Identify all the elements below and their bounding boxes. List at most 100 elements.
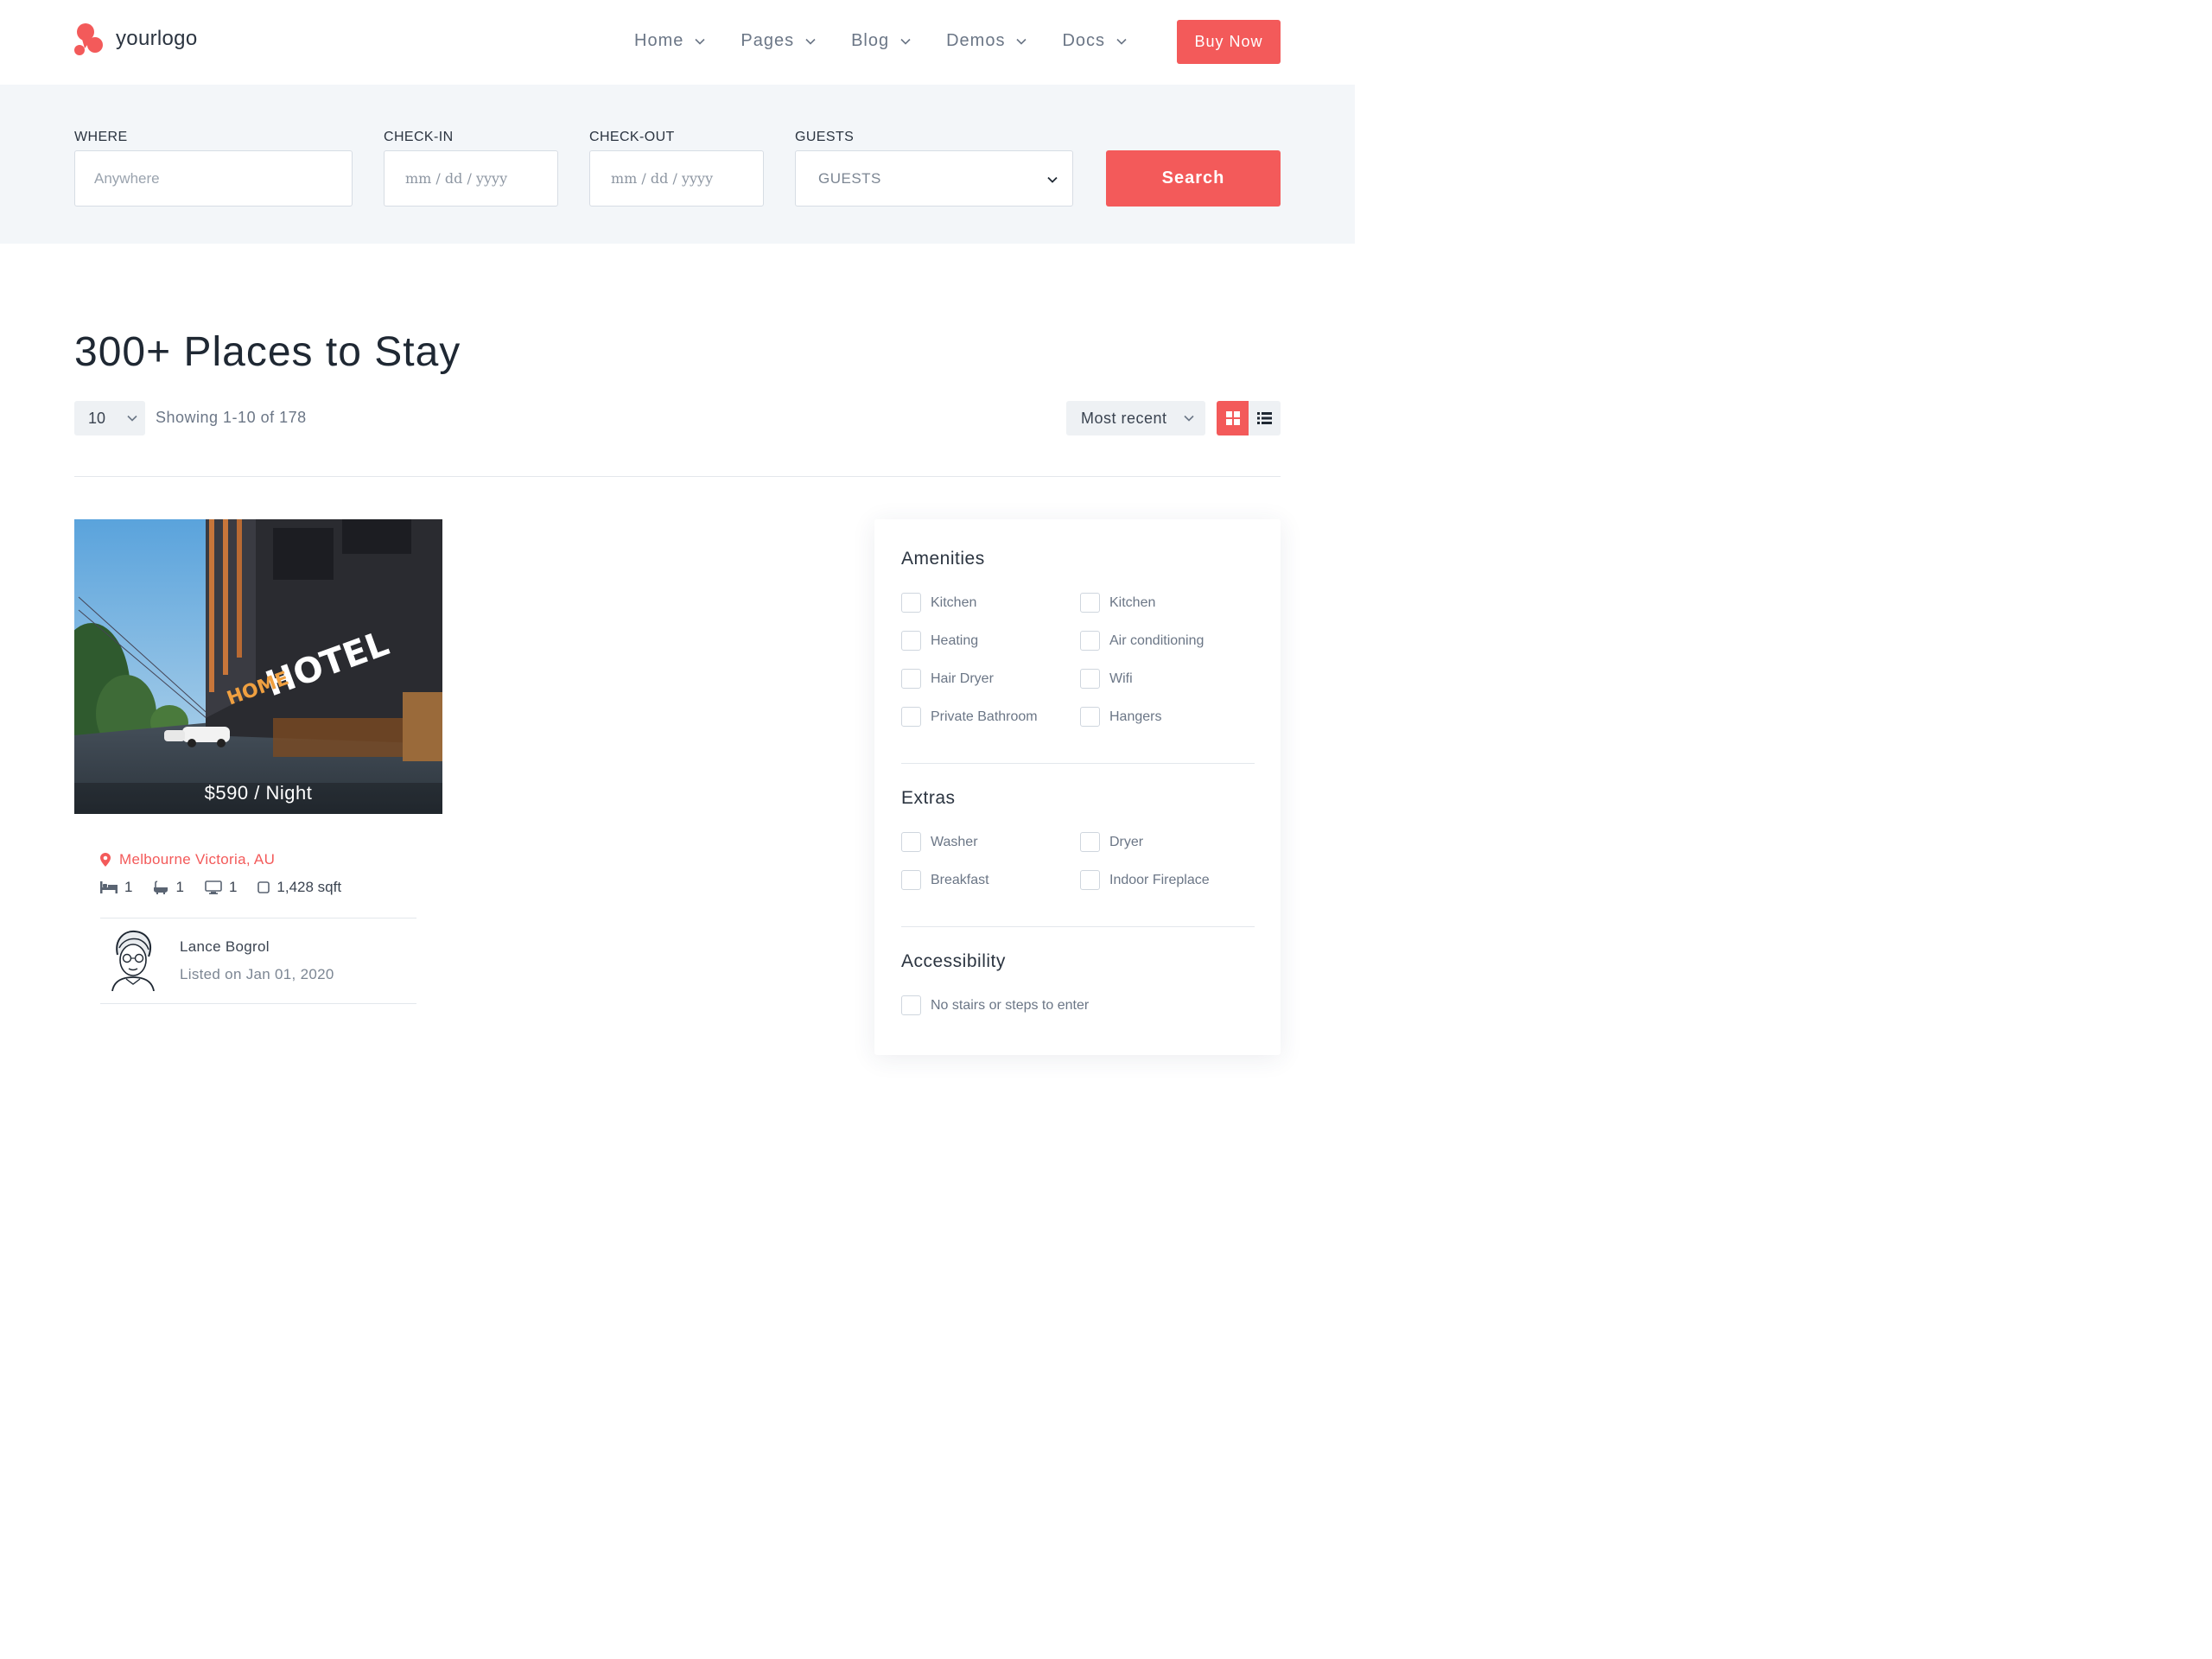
- beds-count: 1: [124, 879, 133, 895]
- area-spec: 1,428 sqft: [257, 879, 341, 896]
- chevron-down-icon: [1016, 38, 1027, 45]
- checkbox-label: Dryer: [1109, 834, 1144, 849]
- checkbox[interactable]: [901, 832, 921, 852]
- bathtub-icon: [154, 880, 168, 894]
- logo-icon: [74, 23, 103, 55]
- chevron-down-icon: [1116, 38, 1127, 45]
- buy-now-button[interactable]: Buy Now: [1177, 20, 1281, 64]
- panel-divider: [901, 763, 1255, 764]
- grid-view-button[interactable]: [1217, 401, 1249, 435]
- baths-spec: 1: [153, 879, 184, 896]
- checkin-date-input[interactable]: mm / dd / yyyy: [384, 150, 558, 207]
- checkbox[interactable]: [1080, 832, 1100, 852]
- checkbox-label: Indoor Fireplace: [1109, 872, 1210, 887]
- checkbox[interactable]: [901, 669, 921, 689]
- checkbox-wifi[interactable]: Wifi: [1080, 669, 1133, 689]
- checkbox-kitchen[interactable]: Kitchen: [901, 593, 976, 613]
- checkbox-air-conditioning[interactable]: Air conditioning: [1080, 631, 1204, 651]
- nav-label: Demos: [946, 31, 1006, 50]
- checkbox-label: Washer: [931, 834, 978, 849]
- checkout-label: CHECK-OUT: [589, 130, 675, 144]
- where-input[interactable]: Anywhere: [74, 150, 353, 207]
- checkbox-indoor-fireplace[interactable]: Indoor Fireplace: [1080, 870, 1210, 890]
- chevron-down-icon: [805, 38, 816, 45]
- nav-label: Docs: [1062, 31, 1106, 50]
- checkbox[interactable]: [1080, 669, 1100, 689]
- search-button[interactable]: Search: [1106, 150, 1281, 207]
- checkbox[interactable]: [901, 995, 921, 1015]
- checkbox-label: Breakfast: [931, 872, 989, 887]
- listing-photo[interactable]: HOTEL HOME $590 / Night: [74, 519, 442, 814]
- checkbox-no-stairs[interactable]: No stairs or steps to enter: [901, 995, 1089, 1015]
- card-divider: [100, 1003, 416, 1004]
- chevron-down-icon: [1184, 415, 1194, 422]
- checkbox-label: Heating: [931, 632, 979, 648]
- chevron-down-icon: [127, 415, 137, 422]
- guests-select[interactable]: GUESTS: [795, 150, 1073, 207]
- checkbox-hair-dryer[interactable]: Hair Dryer: [901, 669, 994, 689]
- beds-spec: 1: [100, 879, 132, 896]
- sort-select[interactable]: Most recent: [1066, 401, 1205, 435]
- list-icon: [1257, 412, 1272, 424]
- where-label: WHERE: [74, 130, 128, 144]
- checkbox-kitchen-2[interactable]: Kitchen: [1080, 593, 1155, 613]
- nav-item-demos[interactable]: Demos: [946, 31, 1027, 51]
- chevron-down-icon: [900, 38, 911, 45]
- nav-item-docs[interactable]: Docs: [1062, 31, 1128, 51]
- agent-name[interactable]: Lance Bogrol: [180, 938, 270, 956]
- per-page-value: 10: [88, 409, 106, 427]
- brand-logo[interactable]: yourlogo: [74, 22, 197, 55]
- guests-label: GUESTS: [795, 130, 855, 144]
- checkbox-label: No stairs or steps to enter: [931, 997, 1090, 1013]
- listed-date: Listed on Jan 01, 2020: [180, 966, 334, 982]
- checkbox[interactable]: [901, 631, 921, 651]
- checkbox-washer[interactable]: Washer: [901, 832, 978, 852]
- nav-item-blog[interactable]: Blog: [851, 31, 912, 51]
- checkbox[interactable]: [1080, 593, 1100, 613]
- location-text: Melbourne Victoria, AU: [119, 851, 276, 868]
- checkbox-label: Kitchen: [1109, 594, 1156, 610]
- amenities-title: Amenities: [901, 549, 985, 569]
- checkbox[interactable]: [901, 870, 921, 890]
- map-pin-icon: [100, 853, 111, 867]
- accessibility-title: Accessibility: [901, 951, 1006, 971]
- checkbox[interactable]: [1080, 707, 1100, 727]
- checkbox-dryer[interactable]: Dryer: [1080, 832, 1143, 852]
- agent-avatar: [111, 930, 155, 991]
- checkbox-breakfast[interactable]: Breakfast: [901, 870, 989, 890]
- checkbox-label: Hair Dryer: [931, 671, 994, 686]
- grid-icon: [1225, 411, 1240, 425]
- tv-spec: 1: [205, 879, 237, 896]
- hotel-photo: HOTEL HOME: [74, 519, 442, 814]
- checkbox[interactable]: [1080, 870, 1100, 890]
- results-count: Showing 1-10 of 178: [156, 409, 307, 426]
- checkbox-private-bathroom[interactable]: Private Bathroom: [901, 707, 1038, 727]
- checkout-date-input[interactable]: mm / dd / yyyy: [589, 150, 764, 207]
- checkbox-label: Air conditioning: [1109, 632, 1205, 648]
- checkbox-label: Private Bathroom: [931, 709, 1038, 724]
- listing-specs: 1 1 1 1,428 sqft: [100, 879, 362, 896]
- list-view-button[interactable]: [1249, 401, 1281, 435]
- checkbox-hangers[interactable]: Hangers: [1080, 707, 1161, 727]
- nav-label: Home: [634, 31, 684, 50]
- nav-item-pages[interactable]: Pages: [741, 31, 817, 51]
- baths-count: 1: [175, 879, 184, 895]
- main-nav: Home Pages Blog Demos Docs: [634, 31, 1162, 51]
- checkbox[interactable]: [901, 593, 921, 613]
- guests-select-value: GUESTS: [818, 169, 881, 187]
- nav-label: Blog: [851, 31, 890, 50]
- checkbox-label: Wifi: [1109, 671, 1133, 686]
- checkbox[interactable]: [901, 707, 921, 727]
- per-page-select[interactable]: 10: [74, 401, 145, 435]
- checkbox-label: Hangers: [1109, 709, 1162, 724]
- chevron-down-icon: [695, 38, 705, 45]
- page-title: 300+ Places to Stay: [74, 329, 461, 375]
- square-icon: [257, 881, 270, 893]
- extras-title: Extras: [901, 788, 956, 808]
- listing-location[interactable]: Melbourne Victoria, AU: [100, 851, 275, 868]
- area-size: 1,428 sqft: [276, 879, 342, 895]
- checkbox-heating[interactable]: Heating: [901, 631, 978, 651]
- monitor-icon: [205, 880, 222, 894]
- nav-item-home[interactable]: Home: [634, 31, 706, 51]
- checkbox[interactable]: [1080, 631, 1100, 651]
